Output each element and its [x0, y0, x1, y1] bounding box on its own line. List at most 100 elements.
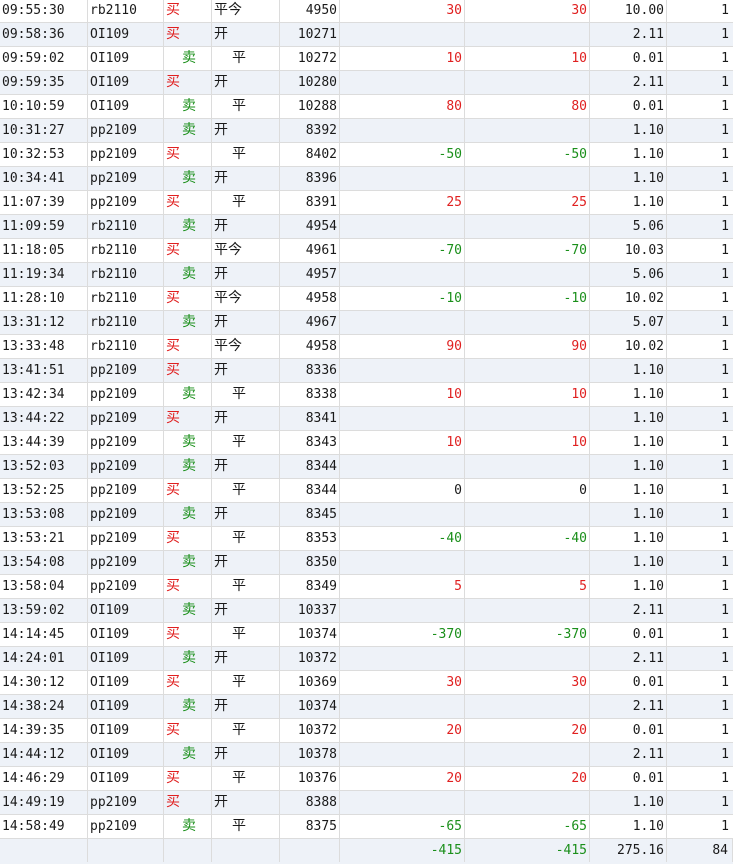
- position-pnl-cell: 10: [465, 47, 590, 70]
- table-row[interactable]: 11:09:59 rb2110 卖开 4954 5.06 1: [0, 215, 733, 239]
- table-row[interactable]: 13:53:21 pp2109 买平 8353 -40 -40 1.10 1: [0, 527, 733, 551]
- quantity-cell: 1: [721, 51, 729, 66]
- direction-cell: 买: [164, 791, 212, 814]
- price-cell: 10288: [280, 95, 340, 118]
- table-row[interactable]: 14:44:12 OI109 卖开 10378 2.11 1: [0, 743, 733, 767]
- table-row[interactable]: 13:44:39 pp2109 卖平 8343 10 10 1.10 1: [0, 431, 733, 455]
- close-pnl-cell: [340, 791, 465, 814]
- open-close-cell: 开: [212, 599, 280, 622]
- close-pnl-cell: [340, 647, 465, 670]
- trade-time-cell: 14:30:12: [0, 671, 88, 694]
- commission-cell: 1.10: [590, 479, 667, 502]
- price-cell: 4958: [280, 287, 340, 310]
- table-row[interactable]: 14:49:19 pp2109 买开 8388 1.10 1: [0, 791, 733, 815]
- quantity-cell: 1: [721, 603, 729, 618]
- direction-cell: 买: [164, 767, 212, 790]
- contract-symbol-cell: pp2109: [88, 191, 164, 214]
- table-row[interactable]: 10:31:27 pp2109 卖开 8392 1.10 1: [0, 119, 733, 143]
- position-pnl-cell: [465, 743, 590, 766]
- table-row[interactable]: 11:19:34 rb2110 卖开 4957 5.06 1: [0, 263, 733, 287]
- close-pnl-cell: [340, 263, 465, 286]
- table-row[interactable]: 13:31:12 rb2110 卖开 4967 5.07 1: [0, 311, 733, 335]
- table-row[interactable]: 14:14:45 OI109 买平 10374 -370 -370 0.01 1: [0, 623, 733, 647]
- position-pnl-cell: 10: [465, 383, 590, 406]
- trade-time-cell: 13:54:08: [0, 551, 88, 574]
- price-cell: 4958: [280, 335, 340, 358]
- table-row[interactable]: 13:59:02 OI109 卖开 10337 2.11 1: [0, 599, 733, 623]
- direction-cell: 卖: [164, 383, 212, 406]
- direction-cell: 买: [164, 239, 212, 262]
- close-pnl-cell: [340, 167, 465, 190]
- quantity-cell: 1: [721, 171, 729, 186]
- close-pnl-cell: -70: [340, 239, 465, 262]
- table-row[interactable]: 11:07:39 pp2109 买平 8391 25 25 1.10 1: [0, 191, 733, 215]
- table-row[interactable]: 13:42:34 pp2109 卖平 8338 10 10 1.10 1: [0, 383, 733, 407]
- close-pnl-cell: -370: [340, 623, 465, 646]
- table-row[interactable]: 10:10:59 OI109 卖平 10288 80 80 0.01 1: [0, 95, 733, 119]
- table-row[interactable]: 11:28:10 rb2110 买平今 4958 -10 -10 10.02 1: [0, 287, 733, 311]
- commission-cell: 2.11: [590, 23, 667, 46]
- table-row[interactable]: 10:32:53 pp2109 买平 8402 -50 -50 1.10 1: [0, 143, 733, 167]
- quantity-cell: 1: [721, 75, 729, 90]
- commission-cell: 0.01: [590, 767, 667, 790]
- direction-cell: 卖: [164, 647, 212, 670]
- quantity-cell: 1: [721, 579, 729, 594]
- contract-symbol-cell: pp2109: [88, 551, 164, 574]
- table-row[interactable]: 13:52:25 pp2109 买平 8344 0 0 1.10 1: [0, 479, 733, 503]
- table-row[interactable]: 09:59:02 OI109 卖平 10272 10 10 0.01 1: [0, 47, 733, 71]
- quantity-cell: 1: [721, 291, 729, 306]
- table-row[interactable]: 13:33:48 rb2110 买平今 4958 90 90 10.02 1: [0, 335, 733, 359]
- open-close-cell: 平: [212, 815, 280, 838]
- open-close-cell: 开: [212, 359, 280, 382]
- table-row[interactable]: 14:39:35 OI109 买平 10372 20 20 0.01 1: [0, 719, 733, 743]
- table-row[interactable]: 13:54:08 pp2109 卖开 8350 1.10 1: [0, 551, 733, 575]
- close-pnl-cell: [340, 503, 465, 526]
- open-close-cell: 平今: [212, 239, 280, 262]
- quantity-cell: 1: [721, 795, 729, 810]
- table-row[interactable]: 10:34:41 pp2109 卖开 8396 1.10 1: [0, 167, 733, 191]
- table-row[interactable]: 13:52:03 pp2109 卖开 8344 1.10 1: [0, 455, 733, 479]
- contract-symbol-cell: pp2109: [88, 431, 164, 454]
- table-row[interactable]: 11:18:05 rb2110 买平今 4961 -70 -70 10.03 1: [0, 239, 733, 263]
- table-row[interactable]: 09:58:36 OI109 买开 10271 2.11 1: [0, 23, 733, 47]
- contract-symbol-cell: pp2109: [88, 359, 164, 382]
- table-row[interactable]: 14:24:01 OI109 卖开 10372 2.11 1: [0, 647, 733, 671]
- contract-symbol-cell: pp2109: [88, 815, 164, 838]
- open-close-cell: 平: [212, 671, 280, 694]
- position-pnl-cell: -65: [465, 815, 590, 838]
- commission-cell: 10.00: [590, 0, 667, 22]
- open-close-cell: 平: [212, 575, 280, 598]
- close-pnl-cell: [340, 551, 465, 574]
- commission-cell: 2.11: [590, 695, 667, 718]
- table-row[interactable]: 14:38:24 OI109 卖开 10374 2.11 1: [0, 695, 733, 719]
- position-pnl-cell: -40: [465, 527, 590, 550]
- table-row[interactable]: 13:53:08 pp2109 卖开 8345 1.10 1: [0, 503, 733, 527]
- table-row[interactable]: 14:30:12 OI109 买平 10369 30 30 0.01 1: [0, 671, 733, 695]
- table-row[interactable]: 13:41:51 pp2109 买开 8336 1.10 1: [0, 359, 733, 383]
- table-row[interactable]: 09:55:30 rb2110 买平今 4950 30 30 10.00 1: [0, 0, 733, 23]
- position-pnl-cell: -10: [465, 287, 590, 310]
- commission-cell: 10.02: [590, 335, 667, 358]
- commission-cell: 1.10: [590, 527, 667, 550]
- direction-cell: 卖: [164, 119, 212, 142]
- direction-cell: 卖: [164, 599, 212, 622]
- table-row[interactable]: 14:58:49 pp2109 卖平 8375 -65 -65 1.10 1: [0, 815, 733, 839]
- direction-cell: 买: [164, 191, 212, 214]
- table-row[interactable]: 14:46:29 OI109 买平 10376 20 20 0.01 1: [0, 767, 733, 791]
- quantity-cell: 1: [721, 555, 729, 570]
- direction-cell: 卖: [164, 263, 212, 286]
- trade-time-cell: 14:44:12: [0, 743, 88, 766]
- price-cell: 8396: [280, 167, 340, 190]
- commission-cell: 1.10: [590, 455, 667, 478]
- direction-cell: 买: [164, 575, 212, 598]
- table-row[interactable]: 13:58:04 pp2109 买平 8349 5 5 1.10 1: [0, 575, 733, 599]
- table-row[interactable]: 13:44:22 pp2109 买开 8341 1.10 1: [0, 407, 733, 431]
- open-close-cell: 开: [212, 71, 280, 94]
- trade-time-cell: 11:18:05: [0, 239, 88, 262]
- contract-symbol-cell: OI109: [88, 599, 164, 622]
- position-pnl-cell: 0: [465, 479, 590, 502]
- table-row[interactable]: 09:59:35 OI109 买开 10280 2.11 1: [0, 71, 733, 95]
- position-pnl-cell: 25: [465, 191, 590, 214]
- quantity-cell: 1: [721, 723, 729, 738]
- commission-cell: 1.10: [590, 551, 667, 574]
